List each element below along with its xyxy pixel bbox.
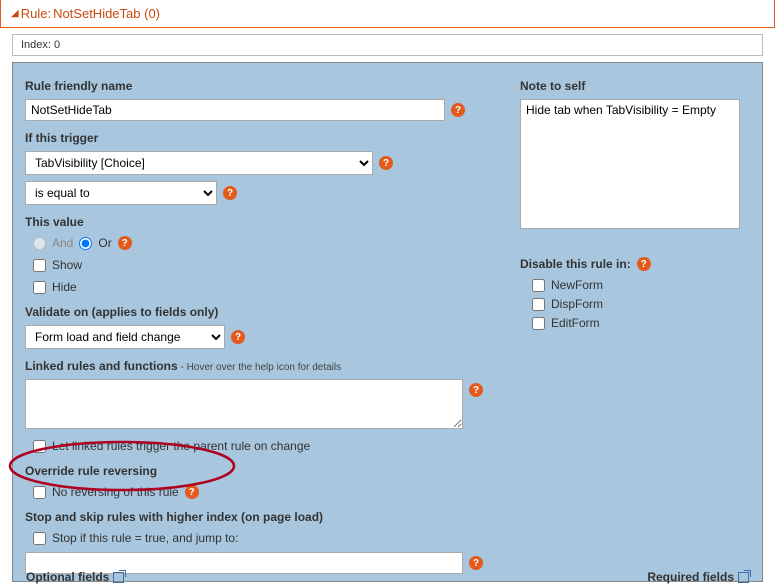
and-label: And <box>52 236 73 250</box>
linked-label: Linked rules and functions - Hover over … <box>25 359 502 373</box>
help-icon[interactable]: ? <box>185 485 199 499</box>
no-reversing-label: No reversing of this rule <box>52 485 179 499</box>
trigger-op-select[interactable]: is equal to <box>25 181 217 205</box>
or-radio[interactable] <box>79 237 92 250</box>
show-label: Show <box>52 258 82 272</box>
help-icon[interactable]: ? <box>379 156 393 170</box>
help-icon[interactable]: ? <box>469 383 483 397</box>
friendly-name-input[interactable] <box>25 99 445 121</box>
validate-label: Validate on (applies to fields only) <box>25 305 502 319</box>
override-label: Override rule reversing <box>25 464 502 478</box>
popout-icon <box>113 572 124 583</box>
dispform-label: DispForm <box>551 297 603 311</box>
help-icon[interactable]: ? <box>451 103 465 117</box>
header-name: NotSetHideTab (0) <box>53 6 160 21</box>
linked-trigger-label: Let linked rules trigger the parent rule… <box>52 439 310 453</box>
stop-check-label: Stop if this rule = true, and jump to: <box>52 531 238 545</box>
editform-checkbox[interactable] <box>532 317 545 330</box>
linked-trigger-checkbox[interactable] <box>33 440 46 453</box>
bottom-row: Optional fields Required fields <box>26 570 749 584</box>
note-textarea[interactable] <box>520 99 740 229</box>
newform-checkbox[interactable] <box>532 279 545 292</box>
body-area: Rule friendly name ? If this trigger Tab… <box>12 62 763 582</box>
help-icon[interactable]: ? <box>231 330 245 344</box>
friendly-name-label: Rule friendly name <box>25 79 502 93</box>
or-label: Or <box>98 236 111 250</box>
trigger-field-select[interactable]: TabVisibility [Choice] <box>25 151 373 175</box>
panel-header[interactable]: ◢ Rule: NotSetHideTab (0) <box>0 0 775 28</box>
optional-fields[interactable]: Optional fields <box>26 570 124 584</box>
stop-checkbox[interactable] <box>33 532 46 545</box>
value-label: This value <box>25 215 502 229</box>
help-icon[interactable]: ? <box>118 236 132 250</box>
header-prefix: Rule: <box>21 6 51 21</box>
linked-textarea[interactable] <box>25 379 463 429</box>
hide-checkbox[interactable] <box>33 281 46 294</box>
collapse-icon: ◢ <box>11 8 19 19</box>
validate-select[interactable]: Form load and field change <box>25 325 225 349</box>
show-checkbox[interactable] <box>33 259 46 272</box>
and-radio <box>33 237 46 250</box>
help-icon[interactable]: ? <box>637 257 651 271</box>
help-icon[interactable]: ? <box>223 186 237 200</box>
stop-label: Stop and skip rules with higher index (o… <box>25 510 502 524</box>
required-fields[interactable]: Required fields <box>647 570 749 584</box>
no-reversing-checkbox[interactable] <box>33 486 46 499</box>
help-icon[interactable]: ? <box>469 556 483 570</box>
dispform-checkbox[interactable] <box>532 298 545 311</box>
left-column: Rule friendly name ? If this trigger Tab… <box>25 75 502 561</box>
hide-label: Hide <box>52 280 77 294</box>
index-bar: Index: 0 <box>12 34 763 56</box>
note-label: Note to self <box>520 79 750 93</box>
editform-label: EditForm <box>551 316 600 330</box>
trigger-label: If this trigger <box>25 131 502 145</box>
popout-icon <box>738 572 749 583</box>
disable-label: Disable this rule in:? <box>520 257 750 271</box>
newform-label: NewForm <box>551 278 603 292</box>
right-column: Note to self Disable this rule in:? NewF… <box>520 75 750 561</box>
